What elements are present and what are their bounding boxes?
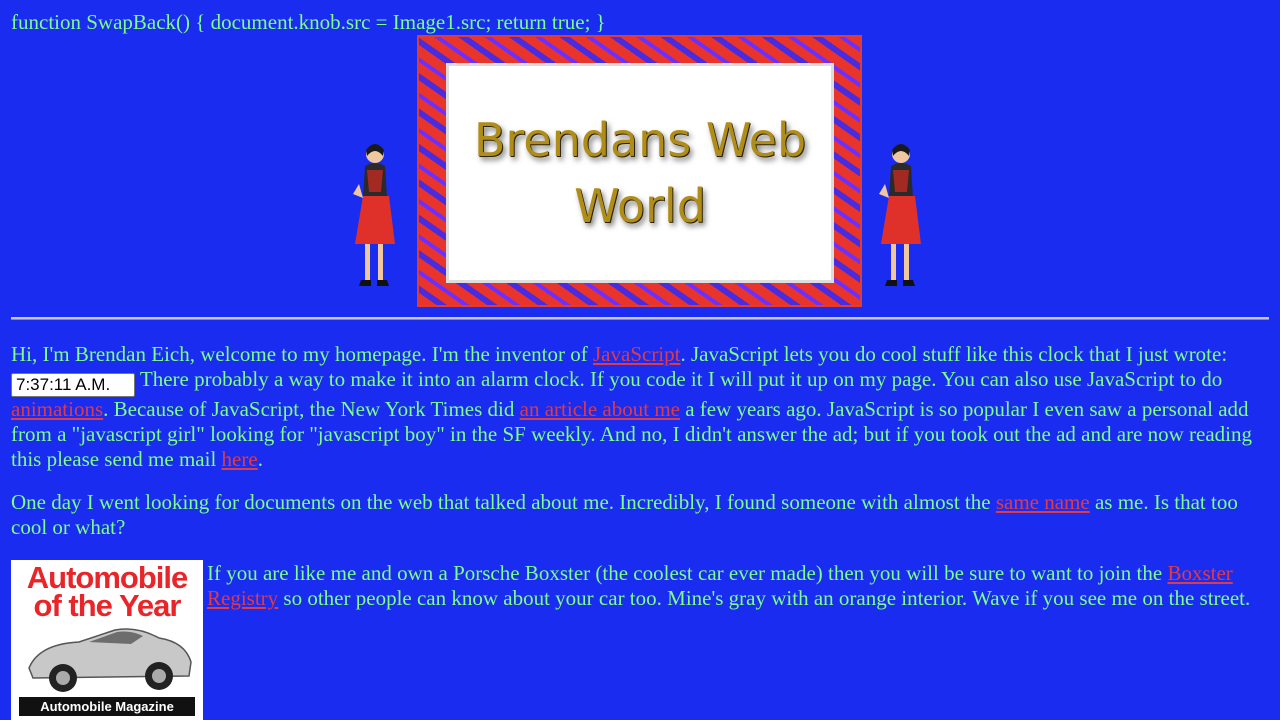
- clock-input[interactable]: [11, 373, 135, 397]
- search-paragraph: One day I went looking for documents on …: [11, 490, 1273, 540]
- homepage: function SwapBack() { document.knob.src …: [0, 0, 1280, 720]
- intro-text-4: . Because of JavaScript, the New York Ti…: [103, 397, 520, 421]
- boxster-paragraph: If you are like me and own a Porsche Box…: [207, 561, 1275, 611]
- magazine-footer-bar: Automobile Magazine: [19, 697, 195, 716]
- search-text-1: One day I went looking for documents on …: [11, 490, 996, 514]
- intro-text-1: Hi, I'm Brendan Eich, welcome to my home…: [11, 342, 593, 366]
- intro-paragraph: Hi, I'm Brendan Eich, welcome to my home…: [11, 342, 1273, 472]
- brendans-web-world-banner: Brendans Web World: [417, 35, 862, 307]
- banner-title-line1: Brendans Web: [473, 113, 807, 167]
- article-link[interactable]: an article about me: [520, 397, 680, 421]
- animations-link[interactable]: animations: [11, 397, 103, 421]
- intro-text-6: .: [257, 447, 263, 471]
- banner-title-line2: World: [574, 179, 706, 233]
- same-name-link[interactable]: same name: [996, 490, 1090, 514]
- dancing-girl-left-image: [353, 144, 395, 286]
- intro-text-3: There probably a way to make it into an …: [135, 367, 1223, 391]
- porsche-boxster-car-image: [28, 628, 192, 692]
- boxster-text-2: so other people can know about your car …: [278, 586, 1251, 610]
- mail-here-link[interactable]: here: [222, 447, 258, 471]
- banner-inner-panel: Brendans Web World: [446, 63, 834, 283]
- dancing-girl-right-image: [879, 144, 921, 286]
- horizontal-rule: [11, 317, 1269, 320]
- intro-text-2: . JavaScript lets you do cool stuff like…: [680, 342, 1228, 366]
- leaked-script-text: function SwapBack() { document.knob.src …: [11, 10, 606, 34]
- banner-row: Brendans Web World: [0, 35, 1280, 307]
- automobile-magazine-cover-image: Automobile of the Year Automobile Magazi…: [11, 560, 203, 720]
- boxster-text-1: If you are like me and own a Porsche Box…: [207, 561, 1168, 585]
- javascript-link[interactable]: JavaScript: [593, 342, 680, 366]
